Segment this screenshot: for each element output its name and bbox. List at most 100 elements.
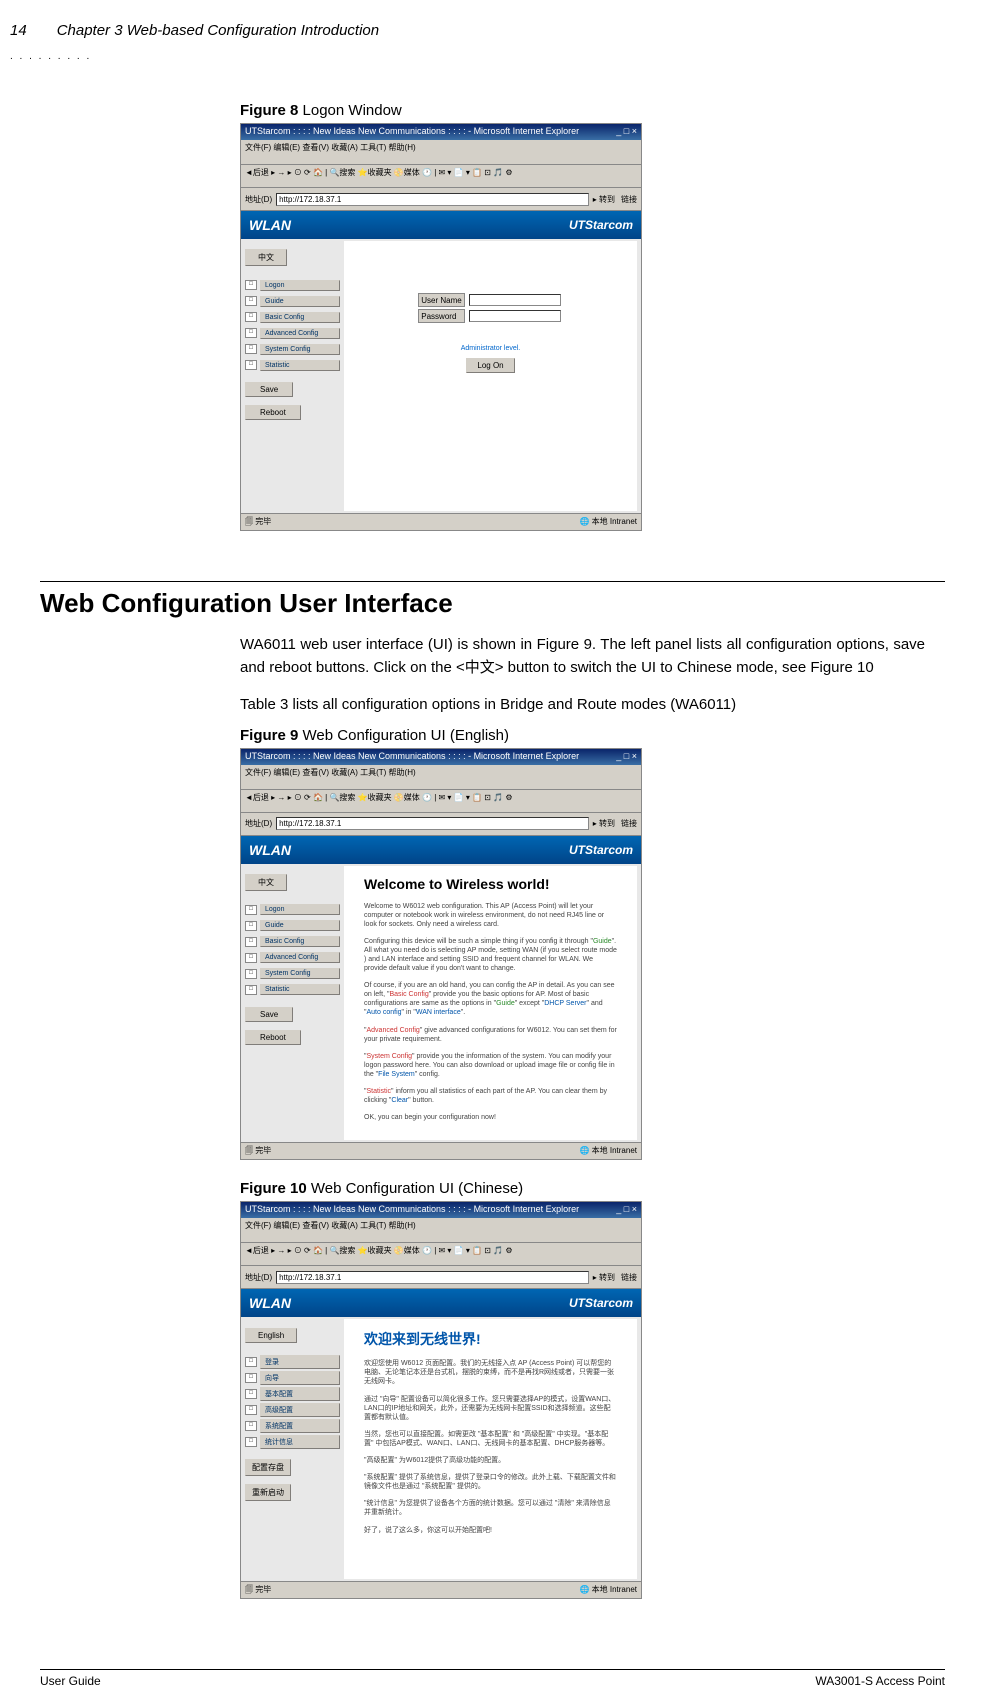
links-btn[interactable]: 链接 bbox=[621, 818, 637, 829]
links-btn[interactable]: 链接 bbox=[621, 1272, 637, 1283]
welcome-cn-p5: "系统配置" 提供了系统信息，提供了登录口令的修改。此外上载、下载配置文件和镜像… bbox=[364, 1473, 617, 1491]
figure10-text: Web Configuration UI (Chinese) bbox=[307, 1180, 524, 1197]
expand-icon[interactable]: □ bbox=[245, 921, 257, 931]
status-left: 🗐 完毕 bbox=[245, 1584, 271, 1596]
status-right: 🌐 本地 Intranet bbox=[579, 516, 637, 528]
expand-icon[interactable]: □ bbox=[245, 360, 257, 370]
ie-menubar: 文件(F) 编辑(E) 查看(V) 收藏(A) 工具(T) 帮助(H) bbox=[241, 765, 641, 790]
expand-icon[interactable]: □ bbox=[245, 312, 257, 322]
go-btn[interactable]: ▸ 转到 bbox=[593, 194, 615, 205]
nav-system[interactable]: System Config bbox=[260, 968, 340, 979]
figure9-caption: Figure 9 Web Configuration UI (English) bbox=[240, 727, 925, 744]
expand-icon[interactable]: □ bbox=[245, 969, 257, 979]
lang-button[interactable]: 中文 bbox=[245, 249, 287, 266]
expand-icon[interactable]: □ bbox=[245, 1437, 257, 1447]
welcome-pane-cn: 欢迎来到无线世界! 欢迎您使用 W6012 页面配置。我们的无线接入点 AP (… bbox=[344, 1319, 637, 1579]
figure10-label: Figure 10 bbox=[240, 1180, 307, 1197]
figure8-caption: Figure 8 Logon Window bbox=[240, 102, 925, 119]
save-button[interactable]: Save bbox=[245, 1007, 293, 1022]
password-label: Password bbox=[418, 309, 464, 323]
expand-icon[interactable]: □ bbox=[245, 296, 257, 306]
welcome-p5: "System Config" provide you the informat… bbox=[364, 1052, 617, 1079]
nav-statistic[interactable]: Statistic bbox=[260, 984, 340, 995]
links-btn[interactable]: 链接 bbox=[621, 194, 637, 205]
welcome-cn-p2: 通过 "向导" 配置设备可以简化很多工作。您只需要选择AP的模式，设置WAN口、… bbox=[364, 1395, 617, 1422]
addr-field[interactable]: http://172.18.37.1 bbox=[276, 193, 589, 206]
expand-icon[interactable]: □ bbox=[245, 1373, 257, 1383]
expand-icon[interactable]: □ bbox=[245, 1421, 257, 1431]
nav-logon[interactable]: Logon bbox=[260, 280, 340, 291]
lang-button[interactable]: English bbox=[245, 1328, 297, 1343]
nav-logon-cn[interactable]: 登录 bbox=[260, 1355, 340, 1369]
status-left: 🗐 完毕 bbox=[245, 1145, 271, 1157]
figure8-screenshot: UTStarcom : : : : New Ideas New Communic… bbox=[240, 123, 642, 531]
nav-guide[interactable]: Guide bbox=[260, 296, 340, 307]
figure10-caption: Figure 10 Web Configuration UI (Chinese) bbox=[240, 1180, 925, 1197]
nav-advanced[interactable]: Advanced Config bbox=[260, 328, 340, 339]
welcome-cn-p6: "统计信息" 为您提供了设备各个方面的统计数据。您可以通过 "清除" 来清除信息… bbox=[364, 1499, 617, 1517]
nav-advanced-cn[interactable]: 高级配置 bbox=[260, 1403, 340, 1417]
nav-logon[interactable]: Logon bbox=[260, 904, 340, 915]
addr-label: 地址(D) bbox=[245, 194, 272, 205]
wlan-logo: WLAN bbox=[249, 1295, 291, 1311]
ie-addressbar: 地址(D) http://172.18.37.1 ▸ 转到 链接 bbox=[241, 1266, 641, 1289]
expand-icon[interactable]: □ bbox=[245, 937, 257, 947]
reboot-button-cn[interactable]: 重新启动 bbox=[245, 1484, 291, 1501]
figure10-screenshot: UTStarcom : : : : New Ideas New Communic… bbox=[240, 1201, 642, 1599]
nav-basic[interactable]: Basic Config bbox=[260, 936, 340, 947]
nav-system-cn[interactable]: 系统配置 bbox=[260, 1419, 340, 1433]
username-label: User Name bbox=[418, 293, 464, 307]
body-para2: Table 3 lists all configuration options … bbox=[240, 694, 925, 717]
expand-icon[interactable]: □ bbox=[245, 905, 257, 915]
password-input[interactable] bbox=[469, 310, 561, 322]
sidebar: 中文 □Logon □Guide □Basic Config □Advanced… bbox=[241, 864, 344, 1143]
lang-button[interactable]: 中文 bbox=[245, 874, 287, 891]
welcome-pane: Welcome to Wireless world! Welcome to W6… bbox=[344, 866, 637, 1141]
section-divider bbox=[40, 581, 945, 582]
footer-left: User Guide bbox=[40, 1674, 101, 1688]
ie-toolbar: ◄后退 ▸ → ▸ ⊙ ⟳ 🏠 | 🔍搜索 ⭐收藏夹 📀媒体 🕐 | ✉ ▾ 📄… bbox=[241, 1243, 641, 1266]
expand-icon[interactable]: □ bbox=[245, 1389, 257, 1399]
nav-basic-cn[interactable]: 基本配置 bbox=[260, 1387, 340, 1401]
save-button-cn[interactable]: 配置存盘 bbox=[245, 1459, 291, 1476]
expand-icon[interactable]: □ bbox=[245, 328, 257, 338]
statusbar: 🗐 完毕 🌐 本地 Intranet bbox=[241, 1142, 641, 1159]
expand-icon[interactable]: □ bbox=[245, 985, 257, 995]
addr-label: 地址(D) bbox=[245, 1272, 272, 1283]
welcome-p2: Configuring this device will be such a s… bbox=[364, 937, 617, 973]
ie-addressbar: 地址(D) http://172.18.37.1 ▸ 转到 链接 bbox=[241, 188, 641, 211]
logon-button[interactable]: Log On bbox=[466, 358, 514, 373]
nav-advanced[interactable]: Advanced Config bbox=[260, 952, 340, 963]
expand-icon[interactable]: □ bbox=[245, 280, 257, 290]
go-btn[interactable]: ▸ 转到 bbox=[593, 1272, 615, 1283]
sidebar: 中文 □Logon □Guide □Basic Config □Advanced… bbox=[241, 239, 344, 513]
wlan-header: WLAN UTStarcom bbox=[241, 1289, 641, 1317]
figure8-label: Figure 8 bbox=[240, 102, 298, 119]
go-btn[interactable]: ▸ 转到 bbox=[593, 818, 615, 829]
addr-field[interactable]: http://172.18.37.1 bbox=[276, 1271, 589, 1284]
welcome-title: Welcome to Wireless world! bbox=[364, 876, 617, 892]
welcome-p3: Of course, if you are an old hand, you c… bbox=[364, 981, 617, 1017]
nav-statistic-cn[interactable]: 统计信息 bbox=[260, 1435, 340, 1449]
reboot-button[interactable]: Reboot bbox=[245, 405, 301, 420]
status-left: 🗐 完毕 bbox=[245, 516, 271, 528]
expand-icon[interactable]: □ bbox=[245, 953, 257, 963]
nav-guide-cn[interactable]: 向导 bbox=[260, 1371, 340, 1385]
expand-icon[interactable]: □ bbox=[245, 344, 257, 354]
save-button[interactable]: Save bbox=[245, 382, 293, 397]
nav-system[interactable]: System Config bbox=[260, 344, 340, 355]
ie-addressbar: 地址(D) http://172.18.37.1 ▸ 转到 链接 bbox=[241, 813, 641, 836]
wlan-logo: WLAN bbox=[249, 217, 291, 233]
page-footer: User Guide WA3001-S Access Point bbox=[40, 1669, 945, 1688]
nav-basic[interactable]: Basic Config bbox=[260, 312, 340, 323]
reboot-button[interactable]: Reboot bbox=[245, 1030, 301, 1045]
wlan-header: WLAN UTStarcom bbox=[241, 211, 641, 239]
username-input[interactable] bbox=[469, 294, 561, 306]
nav-guide[interactable]: Guide bbox=[260, 920, 340, 931]
expand-icon[interactable]: □ bbox=[245, 1405, 257, 1415]
login-table: User Name Password bbox=[416, 291, 564, 325]
ie-titlebar: UTStarcom : : : : New Ideas New Communic… bbox=[241, 749, 641, 765]
addr-field[interactable]: http://172.18.37.1 bbox=[276, 817, 589, 830]
nav-statistic[interactable]: Statistic bbox=[260, 360, 340, 371]
expand-icon[interactable]: □ bbox=[245, 1357, 257, 1367]
